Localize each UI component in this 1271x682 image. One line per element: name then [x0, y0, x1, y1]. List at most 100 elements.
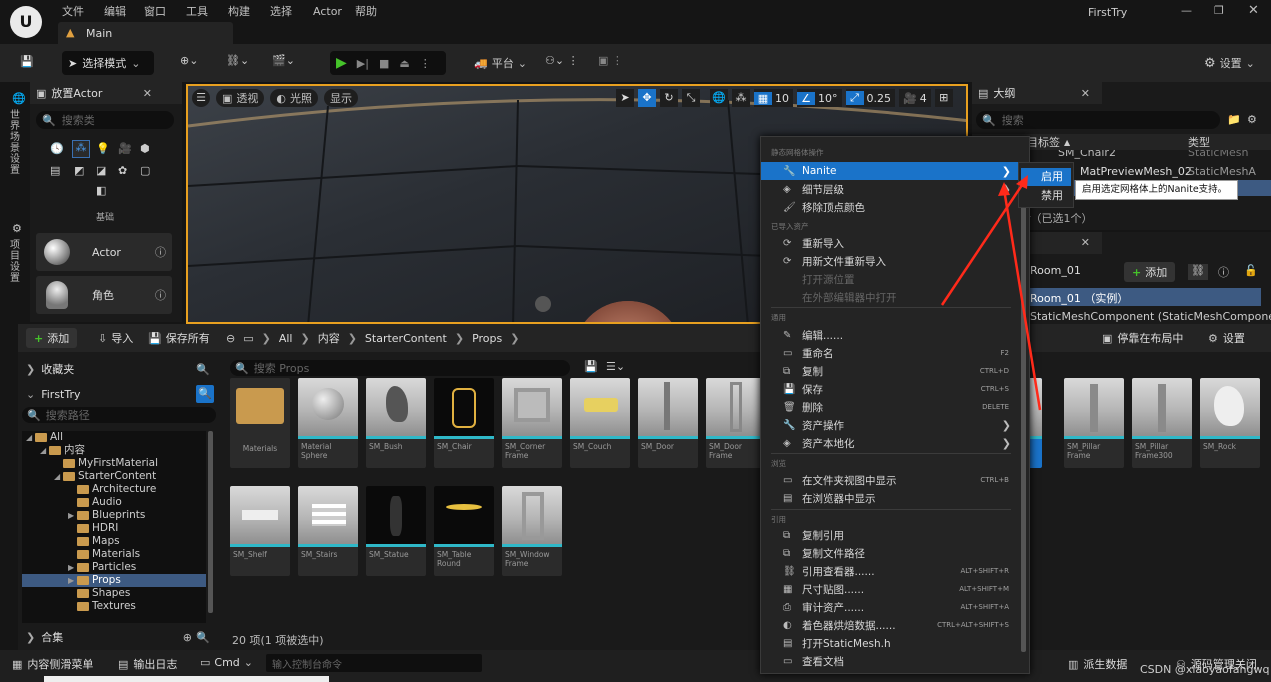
- menu-item-copy-path[interactable]: ⧉ 复制文件路径: [761, 544, 1019, 562]
- asset-tile[interactable]: SM_Rock: [1200, 378, 1260, 468]
- menu-scrollbar[interactable]: [1021, 197, 1026, 652]
- asset-tile[interactable]: SM_Table Round: [434, 486, 494, 576]
- lights-icon[interactable]: 💡: [96, 142, 110, 155]
- asset-tile[interactable]: Material Sphere: [298, 378, 358, 468]
- lock-icon[interactable]: 🔓: [1244, 264, 1258, 277]
- menu-item-reference-viewer[interactable]: ⛓ 引用查看器...... ALT+SHIFT+R: [761, 562, 1019, 580]
- asset-tile[interactable]: SM_Window Frame: [502, 486, 562, 576]
- tree-folder-item[interactable]: Maps: [22, 535, 206, 548]
- all-classes-icon[interactable]: ✿: [118, 164, 127, 177]
- tree-folder-item[interactable]: ▶ Particles: [22, 561, 206, 574]
- help-icon[interactable]: ⓘ: [155, 287, 166, 303]
- level-tab[interactable]: ▲ Main: [58, 22, 233, 44]
- tree-folder-item[interactable]: MyFirstMaterial: [22, 457, 206, 470]
- outliner-search[interactable]: 🔍 搜索: [976, 111, 1220, 129]
- step-icon[interactable]: ▶|: [357, 57, 369, 70]
- menu-item-audit[interactable]: ⎙ 审计资产...... ALT+SHIFT+A: [761, 598, 1019, 616]
- select-tool-icon[interactable]: ➤: [616, 89, 634, 107]
- more-options-icon[interactable]: ⋮: [420, 57, 431, 70]
- restore-icon[interactable]: ❐: [1214, 4, 1224, 17]
- menu-item-enable[interactable]: 启用: [1021, 168, 1071, 186]
- minimize-icon[interactable]: —: [1181, 4, 1192, 17]
- chevron-right-icon[interactable]: ▶: [68, 561, 77, 574]
- static-mesh-component-row[interactable]: StaticMeshComponent (StaticMeshComponent…: [1030, 310, 1271, 323]
- grid-snap-icon[interactable]: ▦: [754, 91, 772, 105]
- cb-settings-button[interactable]: ⚙ 设置: [1208, 328, 1245, 348]
- add-collection-icon[interactable]: ⊕: [183, 631, 192, 644]
- viewport-menu-icon[interactable]: ☰: [192, 89, 210, 107]
- menu-help[interactable]: 帮助: [355, 3, 395, 19]
- tree-scrollbar[interactable]: [208, 431, 213, 613]
- rotation-snap-value[interactable]: 10°: [818, 92, 838, 105]
- asset-tile[interactable]: SM_Pillar Frame: [1064, 378, 1124, 468]
- lit-button[interactable]: ◐ 光照: [270, 89, 319, 107]
- tree-folder-item[interactable]: Shapes: [22, 587, 206, 600]
- menu-item-show-in-folder[interactable]: ▭ 在文件夹视图中显示 CTRL+B: [761, 471, 1019, 489]
- menu-build[interactable]: 构建: [228, 3, 270, 19]
- project-header[interactable]: ⌄ FirstTry 🔍: [18, 385, 216, 403]
- menu-item-edit[interactable]: ✎ 编辑......: [761, 326, 1019, 344]
- menu-item-remove-vertex-colors[interactable]: 🖌 移除顶点颜色: [761, 198, 1019, 216]
- close-icon[interactable]: ✕: [143, 87, 152, 100]
- asset-tile[interactable]: SM_Door: [638, 378, 698, 468]
- asset-tile[interactable]: SM_Stairs: [298, 486, 358, 576]
- recent-icon[interactable]: 🕓: [50, 142, 64, 155]
- menu-window[interactable]: 窗口: [144, 3, 186, 19]
- eject-icon[interactable]: ⏏: [399, 57, 409, 70]
- breadcrumb-props[interactable]: Props: [472, 332, 502, 345]
- settings-button[interactable]: ⚙ 设置 ⌄: [1198, 52, 1261, 74]
- add-content-icon[interactable]: ⊕⌄: [180, 54, 198, 67]
- misc-icon[interactable]: ◧: [96, 184, 106, 197]
- asset-tile[interactable]: SM_Chair: [434, 378, 494, 468]
- menu-edit[interactable]: 编辑: [104, 3, 144, 19]
- save-icon[interactable]: 💾: [20, 55, 34, 68]
- tree-folder-item[interactable]: ▶ Props: [22, 574, 206, 587]
- stop-icon[interactable]: ■: [379, 57, 389, 70]
- marketplace-icon[interactable]: ▣ ⋮: [598, 54, 623, 67]
- help-icon[interactable]: ⓘ: [155, 244, 166, 260]
- world-space-icon[interactable]: 🌐: [710, 89, 728, 107]
- menu-item-nanite[interactable]: 🔧 Nanite ❯: [761, 162, 1019, 180]
- collections-header[interactable]: ❯ 合集 ⊕ 🔍: [18, 628, 216, 646]
- play-icon[interactable]: ▶: [336, 55, 347, 71]
- chevron-right-icon[interactable]: ▶: [68, 509, 77, 522]
- basic-category-icon[interactable]: ⁂: [72, 140, 90, 158]
- import-button[interactable]: ⇩ 导入: [98, 328, 133, 348]
- show-button[interactable]: 显示: [324, 89, 359, 107]
- menu-item-open-header[interactable]: ▤ 打开StaticMesh.h: [761, 634, 1019, 652]
- menu-item-asset-actions[interactable]: 🔧 资产操作 ❯: [761, 416, 1019, 434]
- platform-button[interactable]: 🚚 平台 ⌄: [468, 52, 533, 74]
- asset-tile[interactable]: SM_Bush: [366, 378, 426, 468]
- filter-icon[interactable]: ☰⌄: [606, 360, 625, 373]
- favorites-header[interactable]: ❯ 收藏夹 🔍: [18, 360, 216, 378]
- output-log-button[interactable]: ▤ 输出日志: [118, 656, 177, 672]
- tree-folder-item[interactable]: ◢ 内容: [22, 444, 206, 457]
- tree-folder-item[interactable]: HDRI: [22, 522, 206, 535]
- visual-effects-icon[interactable]: ⬢: [140, 142, 150, 155]
- perspective-button[interactable]: ▣ 透视: [216, 89, 265, 107]
- menu-tools[interactable]: 工具: [186, 3, 228, 19]
- rotate-tool-icon[interactable]: ↻: [660, 89, 678, 107]
- geometry-icon[interactable]: ▤: [50, 164, 60, 177]
- source-control-icon[interactable]: ⚇⌄ ⋮: [545, 54, 579, 67]
- add-button[interactable]: + 添加: [26, 328, 78, 348]
- add-folder-icon[interactable]: 📁: [1227, 113, 1241, 126]
- volumes-icon[interactable]: ◩: [74, 164, 84, 177]
- asset-tile[interactable]: SM_Corner Frame: [502, 378, 562, 468]
- close-window-icon[interactable]: ✕: [1248, 3, 1259, 18]
- chevron-down-icon[interactable]: ◢: [26, 431, 35, 444]
- camera-speed-value[interactable]: 4: [920, 92, 927, 105]
- tree-folder-item[interactable]: Textures: [22, 600, 206, 613]
- menu-item-view-docs[interactable]: ▭ 查看文档: [761, 652, 1019, 670]
- menu-item-lod[interactable]: ◈ 细节层级 ❯: [761, 180, 1019, 198]
- tree-folder-item[interactable]: Architecture: [22, 483, 206, 496]
- grid-snap-value[interactable]: 10: [775, 92, 789, 105]
- place-actor-search[interactable]: 🔍 搜索类: [36, 111, 174, 129]
- unreal-logo-icon[interactable]: U: [10, 6, 42, 38]
- camera-speed-icon[interactable]: 🎥: [903, 92, 917, 105]
- mode-select-button[interactable]: ➤ 选择模式 ⌄: [62, 51, 154, 75]
- asset-tile[interactable]: SM_Door Frame: [706, 378, 766, 468]
- menu-actor[interactable]: Actor: [313, 5, 355, 18]
- surface-snap-icon[interactable]: ⁂: [732, 89, 750, 107]
- blueprint-icon[interactable]: ⛓: [1188, 264, 1208, 280]
